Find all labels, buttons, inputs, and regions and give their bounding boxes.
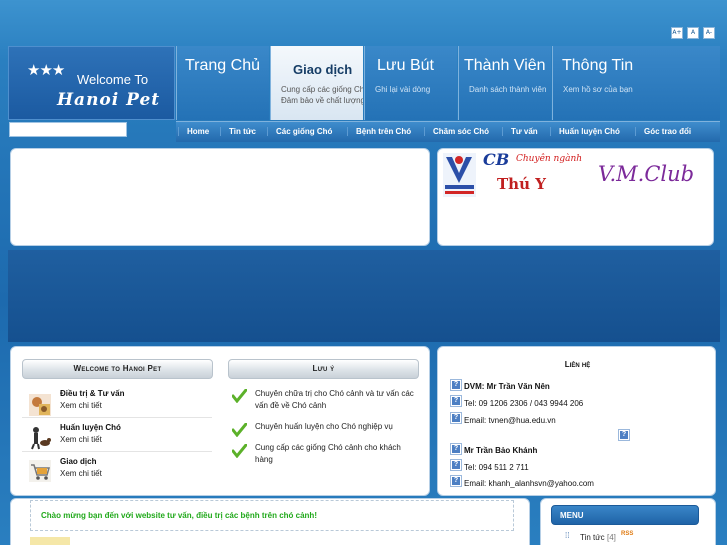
font-size-normal-button[interactable]: A	[687, 27, 699, 39]
note-item: Chuyên huấn luyện cho Chó nghiệp vụ	[255, 422, 393, 431]
menu-item-count: [4]	[607, 533, 616, 542]
nav-thanh-vien[interactable]: Thành Viên Danh sách thành viên	[458, 46, 551, 120]
font-size-decrease-button[interactable]: A-	[703, 27, 715, 39]
subnav-huan-luyen-cho[interactable]: Huấn luyện Chó	[550, 127, 620, 136]
nav-label: Thông Tin	[562, 57, 634, 74]
subnav-tin-tuc[interactable]: Tin tức	[220, 127, 256, 136]
contact-person-icon: ?	[450, 443, 462, 455]
subnav-benh-tren-cho[interactable]: Bệnh trên Chó	[347, 127, 411, 136]
check-icon	[232, 444, 247, 458]
dog-training-icon	[31, 427, 51, 450]
site-logo[interactable]: ★★★ Welcome To Hanoi Pet	[8, 46, 175, 120]
menu-item-tin-tuc[interactable]: Tin tức	[580, 533, 605, 542]
rss-icon[interactable]: RSS	[621, 531, 633, 537]
decorative-image	[30, 537, 70, 545]
placeholder-image-icon: ?	[618, 429, 630, 441]
nav-sublabel: Danh sách thành viên	[469, 85, 547, 94]
main-content-panel	[10, 148, 430, 246]
contact-email[interactable]: Email: tvnen@hua.edu.vn	[464, 416, 556, 425]
notes-box-title: Lưu ý	[228, 359, 419, 379]
menu-title: MENU	[560, 511, 584, 520]
contact-name: DVM: Mr Trần Văn Nên	[464, 382, 550, 391]
contact-phone: Tel: 094 511 2 711	[464, 463, 529, 472]
contact-title: Liên hệ	[564, 360, 591, 369]
service-title[interactable]: Giao dịch	[60, 457, 96, 466]
banner-club-text: V.M.Club	[598, 162, 695, 186]
contact-phone: Tel: 09 1206 2306 / 043 9944 206	[464, 399, 584, 408]
check-icon	[232, 389, 247, 403]
welcome-message-box: Chào mừng bạn đến với website tư vấn, đi…	[30, 500, 514, 531]
vet-icon	[29, 394, 51, 416]
nav-label: Giao dịch	[293, 62, 353, 77]
divider	[22, 417, 212, 418]
contact-person-icon: ?	[450, 379, 462, 391]
phone-icon: ?	[450, 395, 462, 407]
banner-chuyen-nganh: Chuyên ngành	[516, 154, 583, 164]
logo-script-text: Hanoi Pet	[57, 90, 161, 110]
note-item: Cung cấp các giống Chó cảnh cho khách hà…	[255, 443, 401, 464]
banner-cb-text: CB	[483, 150, 510, 169]
note-item: Chuyên chữa trị cho Chó cảnh và tư vấn c…	[255, 389, 414, 410]
search-input[interactable]	[9, 122, 127, 137]
contact-name: Mr Trần Bảo Khánh	[464, 446, 538, 455]
logo-welcome-text: Welcome To	[77, 72, 149, 87]
welcome-message: Chào mừng bạn đến với website tư vấn, đi…	[41, 511, 317, 520]
nav-thong-tin[interactable]: Thông Tin Xem hồ sơ của bạn	[552, 46, 720, 120]
service-title[interactable]: Huấn luyện Chó	[60, 423, 121, 432]
service-link[interactable]: Xem chi tiết	[60, 469, 102, 478]
service-title[interactable]: Điều trị & Tư vấn	[60, 389, 124, 398]
font-size-increase-button[interactable]: A+	[671, 27, 683, 39]
nav-luu-but[interactable]: Lưu Bút Ghi lại vài dòng	[364, 46, 457, 120]
check-icon	[232, 423, 247, 437]
nav-sublabel: Cung cấp các giống Ch Đảm bảo về chất lư…	[281, 85, 363, 105]
service-link[interactable]: Xem chi tiết	[60, 435, 102, 444]
subnav-cham-soc-cho[interactable]: Chăm sóc Chó	[424, 127, 489, 136]
menu-header: MENU	[551, 505, 699, 525]
nav-label: Thành Viên	[464, 57, 546, 74]
nav-trang-chu[interactable]: Trang Chủ	[176, 46, 269, 120]
divider	[22, 451, 212, 452]
shopping-cart-icon	[29, 460, 51, 482]
blue-band	[8, 250, 720, 342]
nav-label: Lưu Bút	[377, 57, 434, 74]
nav-sublabel: Xem hồ sơ của bạn	[563, 85, 633, 94]
service-link[interactable]: Xem chi tiết	[60, 401, 102, 410]
banner-thu-y: Thú Y	[497, 175, 546, 193]
nav-sublabel: Ghi lại vài dòng	[375, 85, 431, 94]
nav-label: Trang Chủ	[185, 57, 260, 74]
list-bullet-icon: ⁞⁞	[565, 531, 570, 540]
welcome-box-title: Welcome to Hanoi Pet	[22, 359, 213, 379]
email-icon: ?	[450, 412, 462, 424]
subnav-cac-giong-cho[interactable]: Các giống Chó	[267, 127, 332, 136]
secondary-nav: Home Tin tức Các giống Chó Bệnh trên Chó…	[176, 121, 720, 142]
subnav-tu-van[interactable]: Tư vấn	[502, 127, 538, 136]
email-icon: ?	[450, 475, 462, 487]
stars-icon: ★★★	[27, 61, 65, 79]
phone-icon: ?	[450, 459, 462, 471]
subnav-goc-trao-doi[interactable]: Góc trao đổi	[635, 127, 691, 136]
vm-club-logo	[443, 153, 476, 197]
contact-email[interactable]: Email: khanh_alanhsvn@yahoo.com	[464, 479, 594, 489]
subnav-home[interactable]: Home	[178, 127, 209, 136]
nav-giao-dich[interactable]: Giao dịch Cung cấp các giống Ch Đảm bảo …	[270, 46, 363, 120]
